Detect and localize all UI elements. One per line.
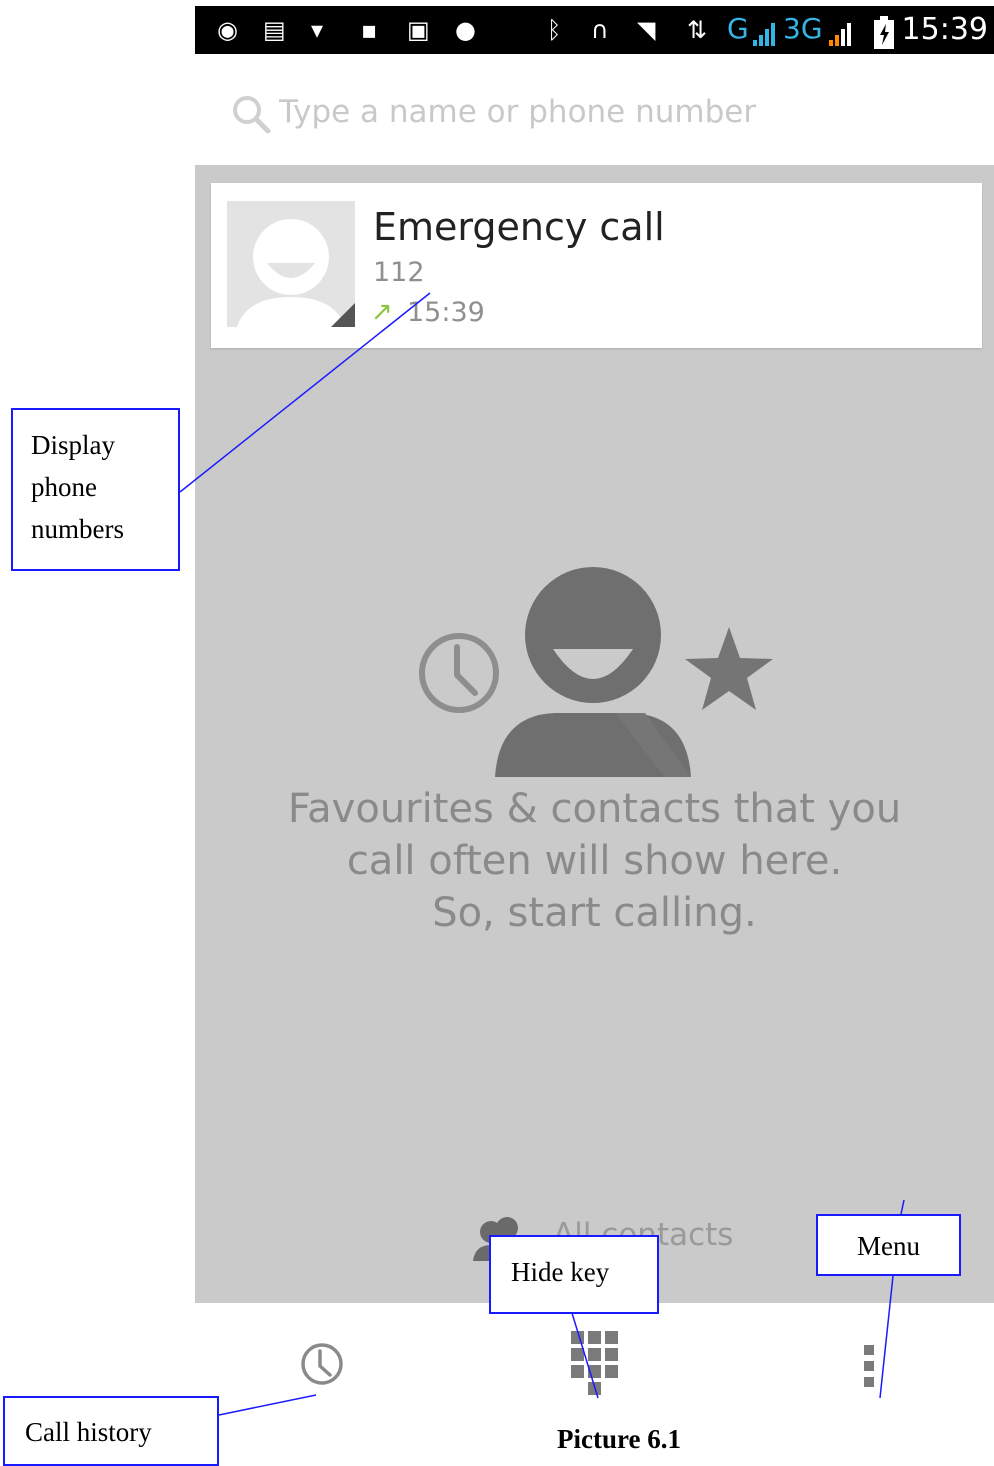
empty-state-message: Favourites & contacts that you call ofte… [195, 783, 994, 939]
image-icon: ▣ [407, 16, 430, 44]
lock-icon: ▪ [361, 16, 378, 44]
headphones-icon: ∩ [591, 16, 609, 44]
callout-line: phone [31, 472, 97, 502]
hangouts-icon: ● [455, 16, 476, 44]
bottom-navigation [195, 1303, 994, 1413]
callout-display-phone-numbers: Display phone numbers [11, 408, 180, 571]
recent-call-card[interactable]: Emergency call 112 ↗ 15:39 [211, 183, 982, 348]
message-icon: ▤ [263, 16, 286, 44]
app-notification-icon: ◉ [217, 16, 238, 44]
overflow-menu-icon [864, 1345, 874, 1387]
empty-state-line: So, start calling. [432, 890, 757, 936]
overflow-menu-button[interactable] [805, 1303, 945, 1413]
contact-avatar [227, 201, 355, 327]
empty-state-illustration [419, 567, 773, 777]
default-contact-icon [227, 201, 355, 327]
callout-line: Display [31, 430, 115, 460]
search-input[interactable] [279, 90, 959, 134]
network-type-label: 3G [783, 12, 823, 45]
bluetooth-icon: ᛒ [547, 16, 562, 44]
empty-state-line: call often will show here. [346, 838, 843, 884]
signal-icon [753, 23, 775, 46]
clock-icon [419, 633, 499, 713]
clock: 15:39 [901, 12, 988, 47]
person-icon [495, 567, 691, 777]
callout-menu: Menu [816, 1214, 961, 1276]
contact-name: Emergency call [373, 205, 665, 249]
empty-state-line: Favourites & contacts that you [287, 786, 902, 832]
data-transfer-icon: ⇅ [687, 16, 708, 44]
callout-hide-key: Hide key [489, 1235, 659, 1314]
status-bar: ◉ ▤ ▾ ▪ ▣ ● ᛒ ∩ ◥ ⇅ G 3G 15:39 [195, 6, 994, 54]
callout-line: numbers [31, 514, 124, 544]
star-icon [685, 627, 773, 710]
search-bar [195, 60, 994, 165]
call-time: 15:39 [407, 297, 485, 328]
wifi-notification-icon: ▾ [311, 16, 324, 44]
speed-dial-panel: Emergency call 112 ↗ 15:39 Favourites & … [195, 165, 994, 1303]
network-type-label: G [727, 12, 749, 45]
battery-icon [874, 16, 894, 49]
figure-caption: Picture 6.1 [557, 1424, 681, 1454]
call-history-icon [301, 1343, 343, 1385]
wifi-icon: ◥ [637, 16, 656, 44]
call-history-button[interactable] [255, 1303, 395, 1413]
phone-number: 112 [373, 257, 425, 288]
dialpad-button[interactable] [525, 1303, 665, 1413]
outgoing-call-icon: ↗ [371, 297, 393, 327]
search-icon [233, 96, 271, 134]
dialpad-icon [571, 1331, 618, 1395]
signal-icon [829, 23, 851, 46]
